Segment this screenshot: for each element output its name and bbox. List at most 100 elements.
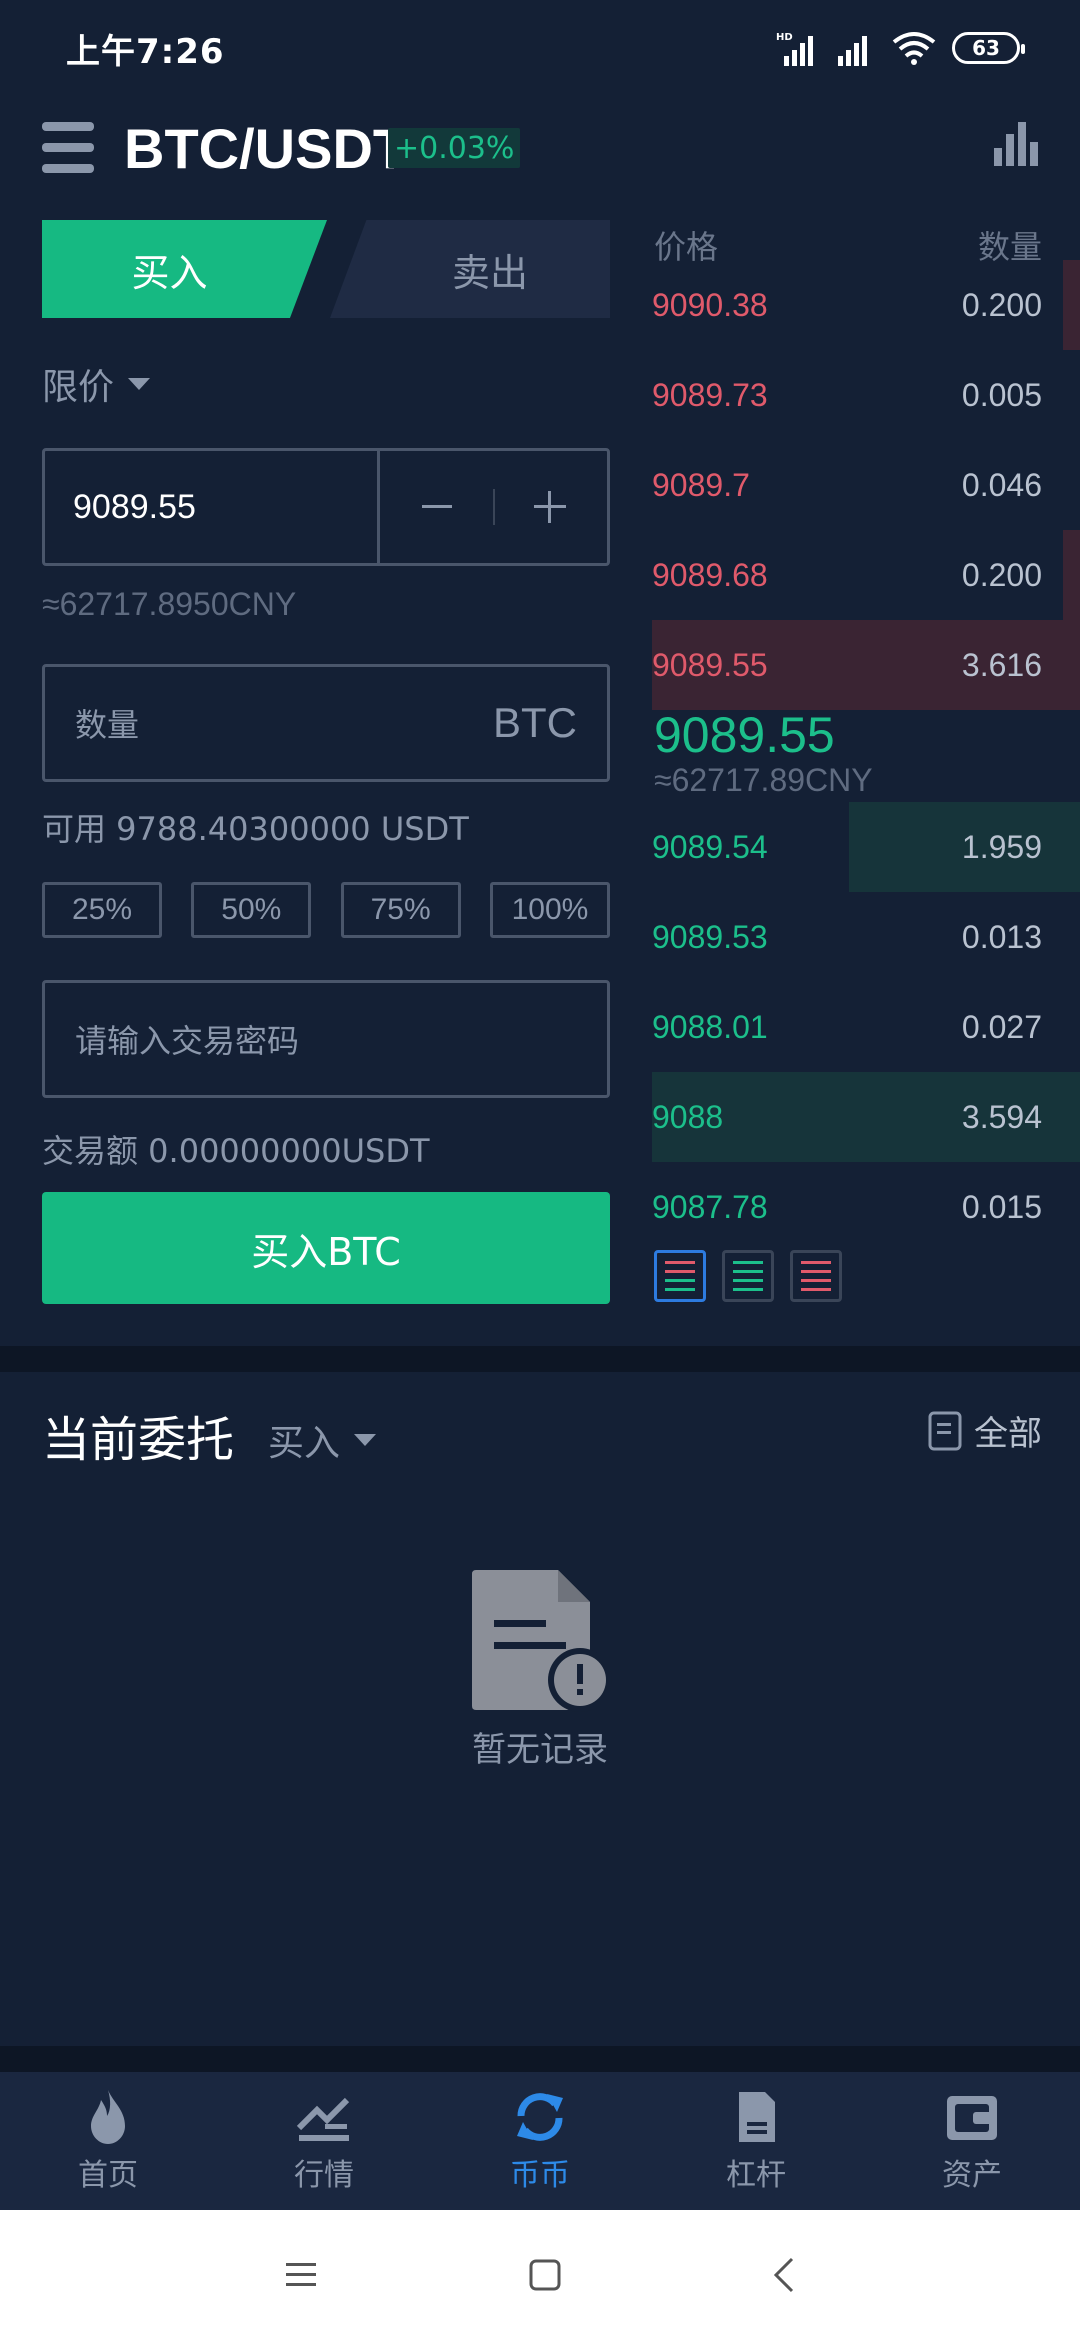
document-icon xyxy=(928,1411,962,1450)
trade-amount: 交易额 0.00000000USDT xyxy=(42,1132,430,1170)
wallet-icon xyxy=(947,2096,997,2140)
price-field: 9089.55 xyxy=(42,448,610,566)
depth-asks-icon[interactable] xyxy=(790,1250,842,1302)
bid-row[interactable]: 9087.78 0.015 xyxy=(652,1162,1080,1252)
ask-qty: 0.046 xyxy=(961,466,1042,503)
password-placeholder: 请输入交易密码 xyxy=(75,1022,300,1060)
all-orders-label: 全部 xyxy=(974,1414,1042,1454)
bid-qty: 0.013 xyxy=(961,918,1042,955)
bid-row[interactable]: 9089.53 0.013 xyxy=(652,892,1080,982)
bid-row[interactable]: 9089.54 1.959 xyxy=(652,802,1080,892)
ask-row[interactable]: 9090.38 0.200 xyxy=(652,260,1080,350)
last-price-cny: ≈62717.89CNY xyxy=(654,762,873,798)
market-icon xyxy=(296,2097,350,2141)
status-time: 上午7:26 xyxy=(66,32,225,72)
nav-exchange[interactable]: 币币 xyxy=(432,2072,648,2210)
bottom-divider xyxy=(0,2046,1080,2072)
depth-both-icon[interactable] xyxy=(654,1250,706,1302)
ask-price: 9090.38 xyxy=(652,286,768,323)
price-cny: ≈62717.8950CNY xyxy=(42,586,297,622)
price-stepper xyxy=(377,451,607,563)
ask-row[interactable]: 9089.68 0.200 xyxy=(652,530,1080,620)
change-badge: +0.03% xyxy=(388,128,521,168)
percent-75-button[interactable]: 75% xyxy=(340,882,461,938)
bottom-nav: 首页 行情 币币 杠杆 资产 xyxy=(0,2072,1080,2210)
orders-filter-select[interactable]: 买入 xyxy=(268,1414,377,1466)
ask-price: 9089.73 xyxy=(652,376,768,413)
bid-row[interactable]: 9088.01 0.027 xyxy=(652,982,1080,1072)
depth-bar xyxy=(1062,530,1080,620)
ask-row[interactable]: 9089.7 0.046 xyxy=(652,440,1080,530)
percent-100-button[interactable]: 100% xyxy=(489,882,610,938)
system-nav-bar xyxy=(0,2210,1080,2340)
exchange-icon xyxy=(517,2093,563,2141)
recents-icon[interactable] xyxy=(284,2260,318,2290)
buy-submit-button[interactable]: 买入BTC xyxy=(42,1192,610,1304)
bid-price: 9087.78 xyxy=(652,1188,768,1225)
nav-market[interactable]: 行情 xyxy=(216,2072,432,2210)
battery-level: 63 xyxy=(972,36,1000,60)
menu-icon[interactable] xyxy=(40,120,96,176)
status-icons: HD 63 xyxy=(776,26,1025,70)
ask-qty: 0.200 xyxy=(961,286,1042,323)
increase-button[interactable] xyxy=(520,477,580,537)
leverage-icon xyxy=(739,2092,775,2142)
quantity-field[interactable]: 数量 BTC xyxy=(42,664,610,782)
nav-home-label: 首页 xyxy=(78,2158,138,2193)
bid-price: 9089.53 xyxy=(652,918,768,955)
order-type-select[interactable]: 限价 xyxy=(42,358,151,410)
stepper-divider xyxy=(493,489,495,525)
percent-buttons: 25% 50% 75% 100% xyxy=(42,882,610,938)
svg-text:HD: HD xyxy=(776,32,793,43)
empty-text: 暂无记录 xyxy=(472,1730,608,1770)
ask-price: 9089.7 xyxy=(652,466,750,503)
bid-qty: 0.027 xyxy=(961,1008,1042,1045)
decrease-button[interactable] xyxy=(407,477,467,537)
nav-exchange-label: 币币 xyxy=(510,2158,570,2193)
section-divider xyxy=(0,1346,1080,1372)
chart-icon[interactable] xyxy=(992,120,1040,168)
ask-qty: 0.200 xyxy=(961,556,1042,593)
password-field[interactable]: 请输入交易密码 xyxy=(42,980,610,1098)
ask-price: 9089.68 xyxy=(652,556,768,593)
percent-25-button[interactable]: 25% xyxy=(42,882,162,938)
bid-price: 9088 xyxy=(652,1098,724,1135)
plus-icon xyxy=(534,491,567,523)
order-type-label: 限价 xyxy=(42,367,115,408)
last-price: 9089.55 xyxy=(654,707,835,763)
ask-price: 9089.55 xyxy=(652,646,768,683)
nav-market-label: 行情 xyxy=(294,2158,354,2193)
tab-buy[interactable]: 买入 xyxy=(42,220,327,318)
bid-row[interactable]: 9088 3.594 xyxy=(652,1072,1080,1162)
quantity-unit: BTC xyxy=(493,699,577,746)
nav-leverage[interactable]: 杠杆 xyxy=(648,2072,864,2210)
depth-bids-icon[interactable] xyxy=(722,1250,774,1302)
ask-row[interactable]: 9089.55 3.616 xyxy=(652,620,1080,710)
ask-qty: 0.005 xyxy=(961,376,1042,413)
tab-sell[interactable]: 卖出 xyxy=(330,220,610,318)
price-input[interactable]: 9089.55 xyxy=(45,451,377,563)
orders-filter-label: 买入 xyxy=(268,1423,341,1464)
orders-title: 当前委托 xyxy=(42,1412,235,1468)
ask-qty: 3.616 xyxy=(961,646,1042,683)
available-balance: 可用 9788.40300000 USDT xyxy=(42,810,469,848)
empty-record-icon xyxy=(472,1570,612,1712)
pair-title[interactable]: BTC/USDT xyxy=(124,116,407,181)
all-orders-link[interactable]: 全部 xyxy=(928,1406,1042,1455)
depth-view-toggle xyxy=(654,1250,842,1302)
home-icon[interactable] xyxy=(528,2258,562,2292)
bid-price: 9089.54 xyxy=(652,828,768,865)
percent-50-button[interactable]: 50% xyxy=(191,882,312,938)
signal-icon xyxy=(838,36,867,66)
wifi-icon xyxy=(892,32,936,65)
nav-assets[interactable]: 资产 xyxy=(864,2072,1080,2210)
back-icon[interactable] xyxy=(772,2257,796,2293)
ask-row[interactable]: 9089.73 0.005 xyxy=(652,350,1080,440)
chevron-down-icon xyxy=(128,378,151,390)
minus-icon xyxy=(421,505,452,508)
signal-hd-icon: HD xyxy=(776,32,813,66)
bid-qty: 0.015 xyxy=(961,1188,1042,1225)
nav-home[interactable]: 首页 xyxy=(0,2072,216,2210)
nav-leverage-label: 杠杆 xyxy=(726,2158,786,2193)
nav-assets-label: 资产 xyxy=(942,2158,1002,2193)
